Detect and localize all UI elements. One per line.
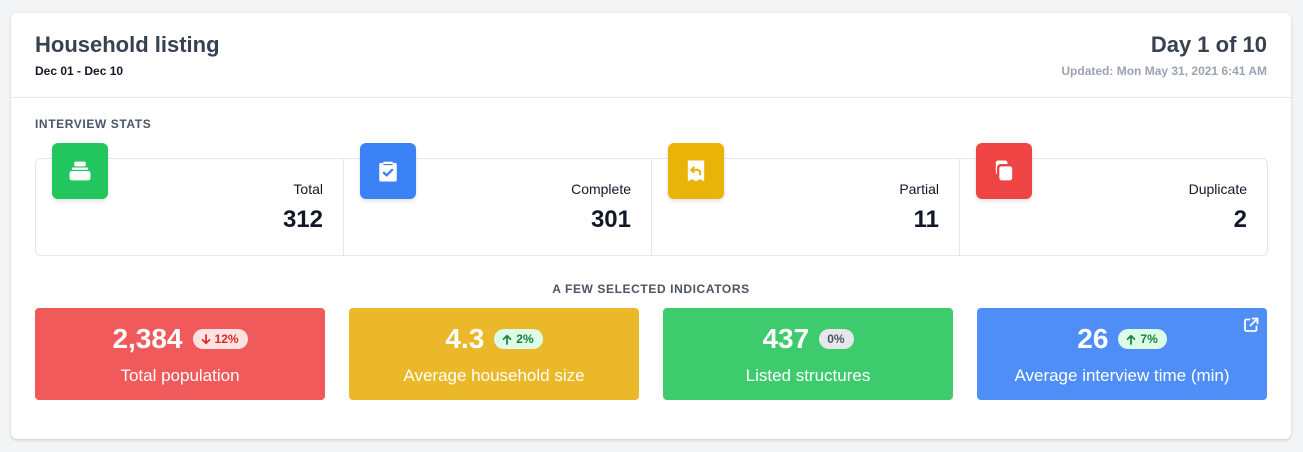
stat-value: 11 (913, 206, 939, 233)
indicators-title: A FEW SELECTED INDICATORS (552, 282, 750, 296)
page-title: Household listing (35, 32, 220, 57)
arrow-up-icon (502, 334, 512, 345)
arrow-down-icon (201, 333, 210, 344)
stat-value: 2 (1233, 206, 1247, 233)
indicator-label: Listed structures (745, 366, 871, 385)
change-value: 12% (214, 332, 239, 346)
change-badge: 0% (819, 329, 854, 349)
arrow-up-icon (1127, 334, 1136, 345)
stat-label: Duplicate (1188, 181, 1247, 197)
indicator-label: Average household size (403, 366, 585, 385)
card-header: Household listing Dec 01 - Dec 10 Day 1 … (11, 13, 1291, 98)
indicator-label: Average interview time (min) (1014, 366, 1230, 385)
household-listing-card: Household listing Dec 01 - Dec 10 Day 1 … (11, 13, 1291, 439)
change-badge: 7% (1118, 329, 1167, 349)
stat-label: Complete (571, 181, 631, 197)
indicator-value: 437 (762, 323, 810, 354)
duplicate-icon (976, 143, 1032, 199)
interview-stats-title: INTERVIEW STATS (35, 117, 152, 131)
receipt-refund-icon (668, 143, 724, 199)
stat-label: Partial (899, 181, 939, 197)
indicator-average-interview-time: 26 7% Average interview time (min) (977, 308, 1267, 400)
interview-stats: Total 312 Complete 301 Partial 11 Duplic… (35, 143, 1268, 256)
stat-partial: Partial 11 (652, 143, 960, 255)
stat-duplicate: Duplicate 2 (960, 143, 1267, 255)
indicator-label: Total population (120, 366, 240, 385)
change-badge: 2% (494, 329, 543, 349)
updated-timestamp: Updated: Mon May 31, 2021 6:41 AM (1061, 64, 1267, 78)
inbox-stack-icon (52, 143, 108, 199)
date-range: Dec 01 - Dec 10 (35, 64, 124, 78)
indicators-row: 2,384 12% Total population 4.3 2% Averag… (35, 308, 1267, 400)
indicator-listed-structures: 437 0% Listed structures (663, 308, 953, 400)
change-value: 7% (1140, 332, 1158, 346)
indicator-value: 26 (1077, 323, 1109, 354)
stat-total: Total 312 (36, 143, 344, 255)
clipboard-check-icon (360, 143, 416, 199)
indicator-value: 4.3 (445, 323, 485, 354)
stat-complete: Complete 301 (344, 143, 652, 255)
change-badge: 12% (192, 329, 248, 349)
change-value: 2% (516, 332, 534, 346)
indicator-total-population: 2,384 12% Total population (35, 308, 325, 400)
indicator-average-household-size: 4.3 2% Average household size (349, 308, 639, 400)
stat-value: 301 (590, 206, 631, 233)
stat-label: Total (293, 181, 323, 197)
change-value: 0% (827, 332, 845, 346)
day-counter: Day 1 of 10 (1150, 32, 1267, 57)
indicator-value: 2,384 (112, 323, 183, 354)
stat-value: 312 (282, 206, 323, 233)
